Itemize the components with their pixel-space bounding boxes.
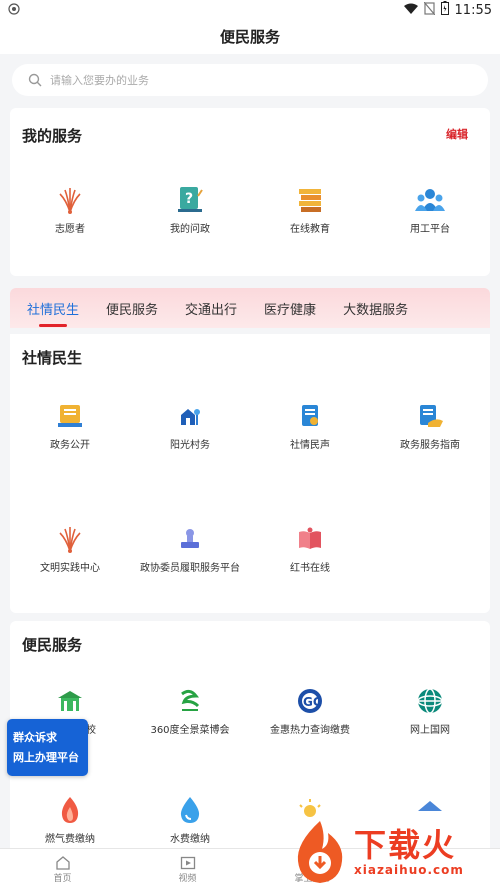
watermark-en: xiazaihuo.com xyxy=(354,863,464,877)
status-bar: 11:55 xyxy=(0,0,500,20)
clock-time: 11:55 xyxy=(454,2,492,18)
item-label: 金惠热力查询缴费 xyxy=(270,725,350,736)
svg-text:?: ? xyxy=(185,191,193,207)
service-label: 在线教育 xyxy=(290,224,330,235)
social-section-title: 社情民生 xyxy=(22,349,83,367)
edit-button[interactable]: 编辑 xyxy=(446,126,468,142)
search-placeholder: 请输入您要办的业务 xyxy=(50,74,149,87)
service-label: 我的问政 xyxy=(170,224,210,235)
no-sim-icon xyxy=(423,1,435,19)
item-label: 文明实践中心 xyxy=(40,563,100,574)
school-icon xyxy=(54,685,86,717)
convenience-section-title: 便民服务 xyxy=(22,636,83,654)
item-water-payment[interactable]: 水费缴纳 xyxy=(130,794,250,845)
category-tabs: 社情民生 便民服务 交通出行 医疗健康 大数据服务 xyxy=(10,288,490,328)
item-label: 政务公开 xyxy=(50,440,90,451)
video-icon xyxy=(180,856,195,870)
service-online-education[interactable]: 在线教育 xyxy=(250,184,370,235)
water-drop-icon xyxy=(174,794,206,826)
volunteer-icon xyxy=(54,184,86,216)
guide-icon xyxy=(414,400,446,432)
item-heating-payment[interactable]: GC 金惠热力查询缴费 xyxy=(250,685,370,736)
nav-home[interactable]: 首页 xyxy=(0,849,125,888)
item-gas-payment[interactable]: 燃气费缴纳 xyxy=(10,794,130,845)
expo-logo-icon xyxy=(174,685,206,717)
my-services-card: 我的服务 编辑 志愿者 ? 我的问政 在线教育 用工平台 xyxy=(10,108,490,276)
item-label: 阳光村务 xyxy=(170,440,210,451)
item-label: 政协委员履职服务平台 xyxy=(140,563,240,574)
tab-convenience[interactable]: 便民服务 xyxy=(106,299,158,318)
nav-label: 首页 xyxy=(53,874,72,884)
svg-text:GC: GC xyxy=(303,695,322,709)
nav-label: 视频 xyxy=(178,874,197,884)
state-grid-icon xyxy=(414,685,446,717)
badge-line2: 网上办理平台 xyxy=(13,750,79,764)
document-icon xyxy=(54,400,86,432)
watermark-cn: 下载火 xyxy=(354,826,457,864)
report-icon xyxy=(294,400,326,432)
badge-line1: 群众诉求 xyxy=(13,730,57,744)
nav-video[interactable]: 视频 xyxy=(125,849,250,888)
item-cppcc-platform[interactable]: 政协委员履职服务平台 xyxy=(130,523,250,574)
book-icon xyxy=(294,523,326,555)
app-notification-icon xyxy=(8,2,20,18)
village-icon xyxy=(174,400,206,432)
item-label: 水费缴纳 xyxy=(170,834,210,845)
question-icon: ? xyxy=(174,184,206,216)
item-label: 燃气费缴纳 xyxy=(45,834,95,845)
item-public-voice[interactable]: 社情民声 xyxy=(250,400,370,451)
watermark-logo: 下载火 xiazaihuo.com xyxy=(292,816,500,888)
petition-platform-button[interactable]: 群众诉求 网上办理平台 xyxy=(7,719,88,776)
item-vegetable-expo[interactable]: 360度全景菜博会 xyxy=(130,685,250,736)
flame-logo-icon xyxy=(297,821,343,883)
item-civilization-center[interactable]: 文明实践中心 xyxy=(10,523,130,574)
tab-big-data[interactable]: 大数据服务 xyxy=(343,299,408,318)
item-label: 红书在线 xyxy=(290,563,330,574)
search-icon xyxy=(28,73,42,87)
tab-social-livelihood[interactable]: 社情民生 xyxy=(27,299,79,318)
item-service-guide[interactable]: 政务服务指南 xyxy=(370,400,490,451)
stamp-icon xyxy=(174,523,206,555)
item-government-affairs[interactable]: 政务公开 xyxy=(10,400,130,451)
service-volunteer[interactable]: 志愿者 xyxy=(10,184,130,235)
social-livelihood-card: 社情民生 政务公开 阳光村务 社情民声 政务服务指南 文明实践中心 政协委员履职… xyxy=(10,334,490,613)
item-village-affairs[interactable]: 阳光村务 xyxy=(130,400,250,451)
education-icon xyxy=(294,184,326,216)
service-label: 用工平台 xyxy=(410,224,450,235)
service-label: 志愿者 xyxy=(55,224,85,235)
search-input[interactable]: 请输入您要办的业务 xyxy=(12,64,488,96)
item-state-grid[interactable]: 网上国网 xyxy=(370,685,490,736)
home-icon xyxy=(55,856,70,870)
employment-icon xyxy=(414,184,446,216)
battery-icon xyxy=(440,1,449,19)
service-my-inquiry[interactable]: ? 我的问政 xyxy=(130,184,250,235)
flame-icon xyxy=(54,794,86,826)
item-label: 政务服务指南 xyxy=(400,440,460,451)
item-label: 社情民声 xyxy=(290,440,330,451)
item-label: 360度全景菜博会 xyxy=(150,725,230,736)
heating-logo-icon: GC xyxy=(294,685,326,717)
service-employment-platform[interactable]: 用工平台 xyxy=(370,184,490,235)
item-red-book-online[interactable]: 红书在线 xyxy=(250,523,370,574)
page-title: 便民服务 xyxy=(0,20,500,54)
tab-medical[interactable]: 医疗健康 xyxy=(264,299,316,318)
tab-transport[interactable]: 交通出行 xyxy=(185,299,237,318)
item-label: 网上国网 xyxy=(410,725,450,736)
my-services-title: 我的服务 xyxy=(22,127,83,145)
wifi-icon xyxy=(403,3,418,18)
civilization-icon xyxy=(54,523,86,555)
